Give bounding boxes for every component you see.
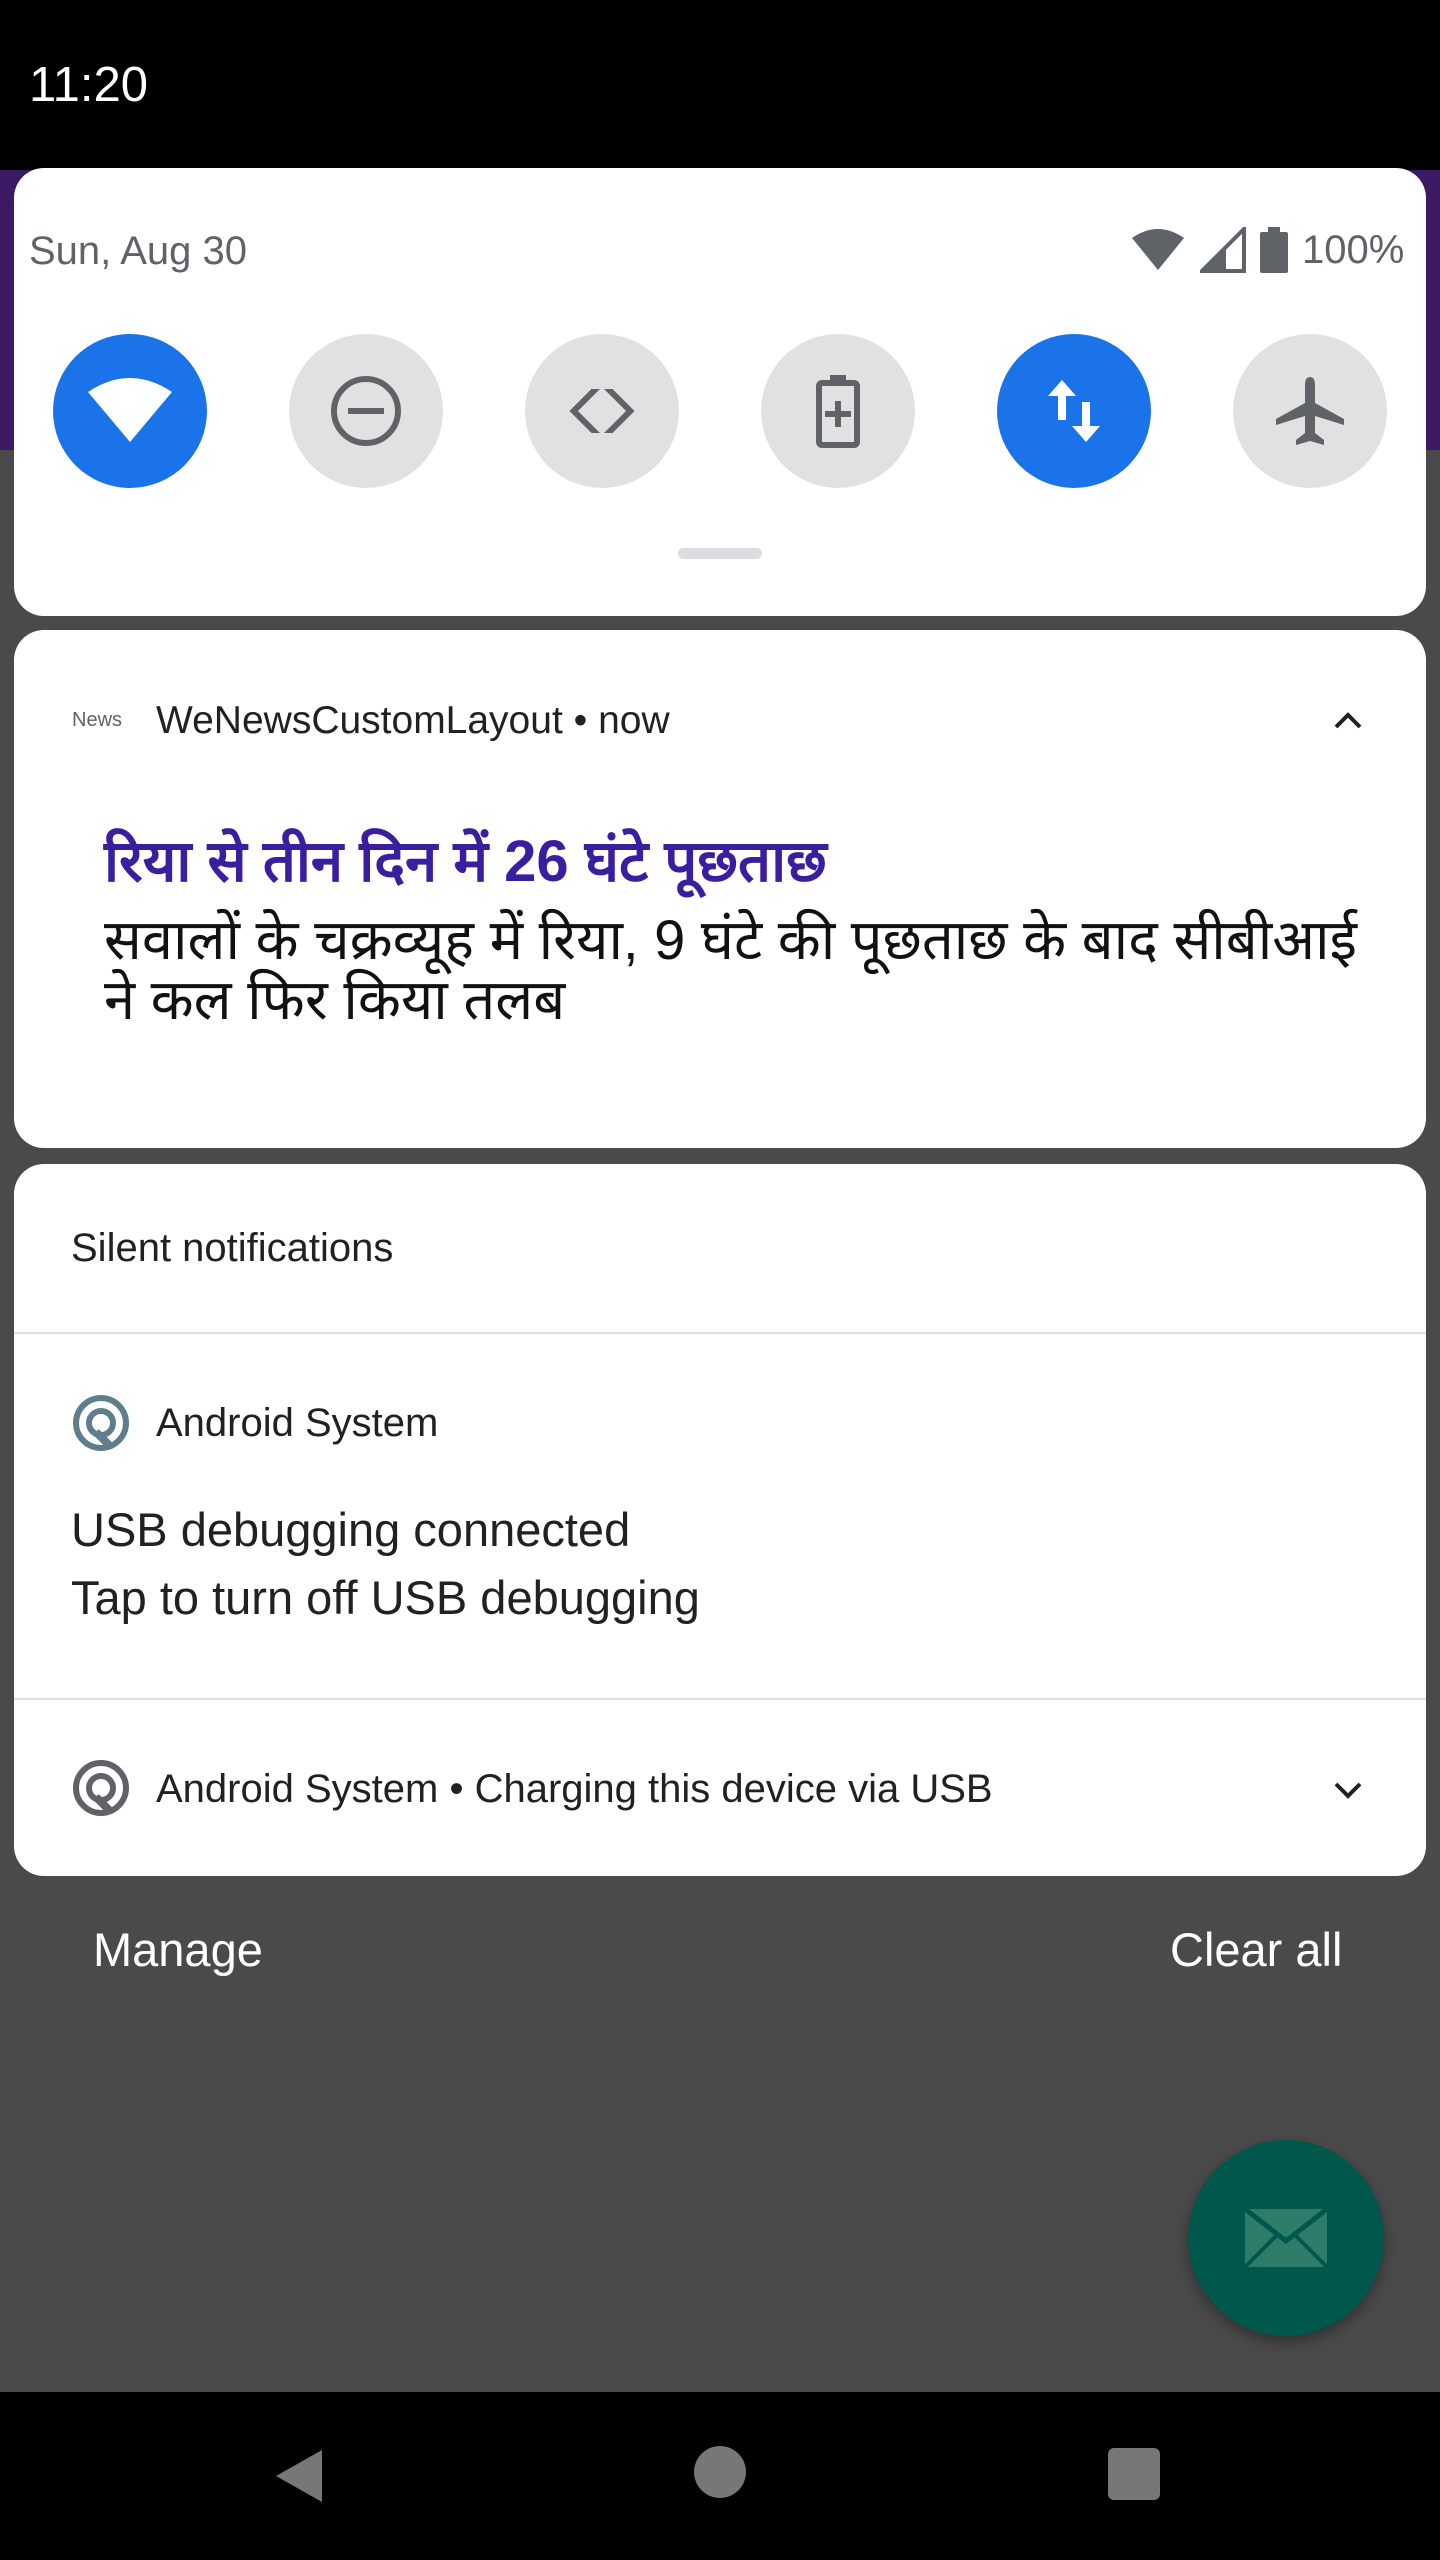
qs-date[interactable]: Sun, Aug 30 <box>29 222 247 280</box>
tile-do-not-disturb[interactable] <box>289 334 443 488</box>
mail-icon <box>1243 2207 1329 2269</box>
news-body: सवालों के चक्रव्यूह में रिया, 9 घंटे की … <box>104 908 1358 1031</box>
cell-signal-icon <box>1200 227 1246 273</box>
battery-percent: 100% <box>1302 228 1405 272</box>
android-system-icon <box>73 1760 129 1816</box>
status-time: 11:20 <box>29 58 148 112</box>
usb-debugging-notification[interactable] <box>71 1393 131 1458</box>
wifi-signal-icon <box>1132 229 1184 270</box>
divider <box>14 1698 1426 1700</box>
auto-rotate-icon <box>569 375 635 447</box>
battery-saver-icon <box>816 375 860 448</box>
clear-all-button[interactable]: Clear all <box>1170 1918 1342 1982</box>
charging-line: Android System • Charging this device vi… <box>156 1767 993 1811</box>
usb-app-name: Android System <box>156 1401 439 1445</box>
wifi-icon <box>88 378 172 442</box>
battery-icon <box>1260 227 1288 273</box>
usb-text: Tap to turn off USB debugging <box>71 1571 700 1624</box>
manage-button[interactable]: Manage <box>93 1918 263 1982</box>
usb-title: USB debugging connected <box>71 1503 631 1556</box>
android-system-icon <box>73 1395 129 1451</box>
back-icon[interactable] <box>270 2446 330 2506</box>
status-bar <box>0 0 1440 170</box>
drag-handle[interactable] <box>678 548 762 559</box>
chevron-up-icon <box>1334 712 1362 729</box>
tile-auto-rotate[interactable] <box>525 334 679 488</box>
charging-notification[interactable] <box>71 1758 131 1823</box>
compose-fab[interactable] <box>1188 2140 1384 2336</box>
qs-status-icons: 100% <box>1130 220 1404 280</box>
collapse-button[interactable] <box>1318 690 1378 750</box>
mobile-data-icon <box>1048 380 1100 442</box>
recents-icon[interactable] <box>1108 2448 1160 2500</box>
tile-mobile-data[interactable] <box>997 334 1151 488</box>
tile-airplane-mode[interactable] <box>1233 334 1387 488</box>
chevron-down-icon <box>1334 1782 1362 1799</box>
news-notification-header: WeNewsCustomLayout • now <box>156 699 670 742</box>
news-app-icon: News <box>72 709 123 731</box>
home-icon[interactable] <box>694 2446 746 2498</box>
news-headline: रिया से तीन दिन में 26 घंटे पूछताछ <box>104 829 827 894</box>
do-not-disturb-icon <box>331 376 401 446</box>
tile-battery-saver[interactable] <box>761 334 915 488</box>
tile-wifi[interactable] <box>53 334 207 488</box>
airplane-icon <box>1276 377 1344 445</box>
divider <box>14 1332 1426 1334</box>
expand-button[interactable] <box>1318 1760 1378 1820</box>
silent-notifications-title: Silent notifications <box>71 1226 394 1270</box>
